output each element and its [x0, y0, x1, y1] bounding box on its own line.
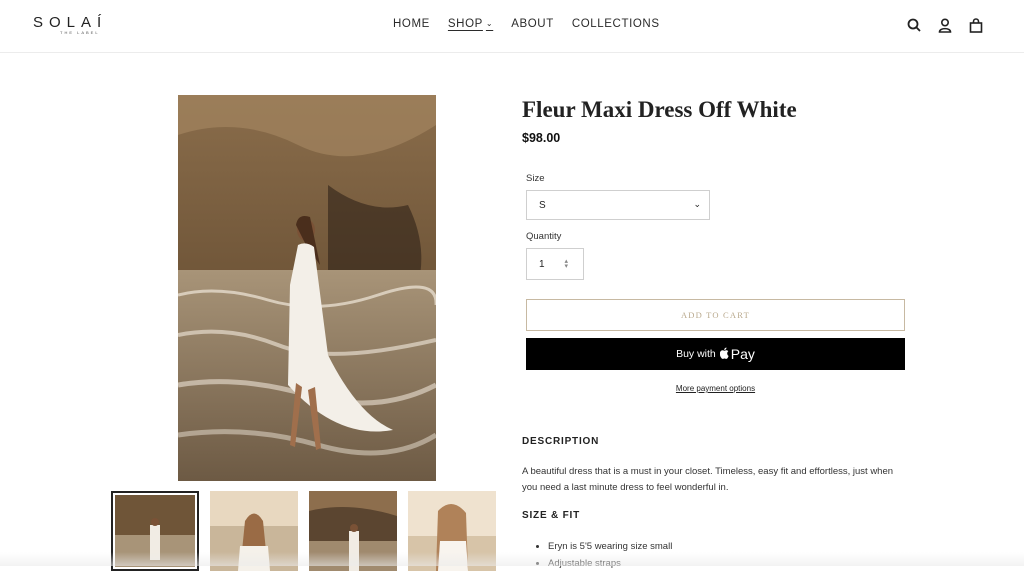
logo-text: SOLAÍ	[33, 14, 108, 31]
apple-pay-button[interactable]: Buy with Pay	[526, 338, 905, 370]
nav-collections[interactable]: COLLECTIONS	[572, 18, 660, 30]
apple-logo-icon	[719, 347, 730, 362]
thumbnail-1[interactable]	[111, 491, 199, 571]
list-item: Adjustable straps	[548, 555, 672, 572]
product-price: $98.00	[522, 131, 561, 145]
chevron-down-icon: ⌄	[693, 199, 701, 209]
logo[interactable]: SOLAÍ THE LABEL	[33, 14, 107, 35]
thumbnail-3[interactable]	[309, 491, 397, 571]
quantity-label: Quantity	[526, 231, 562, 242]
account-icon[interactable]	[937, 17, 953, 33]
add-to-cart-button[interactable]: ADD TO CART	[526, 299, 905, 331]
product-title: Fleur Maxi Dress Off White	[522, 97, 797, 122]
buy-with-text: Buy with	[676, 348, 716, 360]
chevron-down-icon: ⌄	[485, 19, 494, 28]
quantity-value: 1	[539, 259, 545, 270]
nav-home[interactable]: HOME	[393, 18, 430, 30]
nav-about[interactable]: ABOUT	[511, 18, 554, 30]
header-icons	[906, 17, 984, 33]
size-select[interactable]: S ⌄	[526, 190, 710, 220]
description-heading: DESCRIPTION	[522, 436, 600, 447]
size-select-value: S	[539, 200, 546, 211]
stepper-icon[interactable]: ▴ ▾	[564, 258, 568, 270]
main-nav: HOME SHOP ⌄ ABOUT COLLECTIONS	[393, 18, 678, 30]
size-label: Size	[526, 173, 545, 184]
size-fit-heading: SIZE & FIT	[522, 510, 580, 521]
search-icon[interactable]	[906, 17, 922, 33]
cart-icon[interactable]	[968, 17, 984, 33]
more-payment-options-link[interactable]: More payment options	[526, 384, 905, 393]
thumbnail-strip	[111, 491, 496, 571]
description-text: A beautiful dress that is a must in your…	[522, 466, 894, 493]
list-item: Eryn is 5'5 wearing size small	[548, 538, 672, 555]
product-info: Fleur Maxi Dress Off White $98.00 Size S…	[522, 96, 906, 569]
thumbnail-4[interactable]	[408, 491, 496, 571]
nav-shop[interactable]: SHOP ⌄	[448, 18, 493, 30]
nav-shop-label: SHOP	[447, 18, 483, 30]
quantity-input[interactable]: 1 ▴ ▾	[526, 248, 584, 280]
pay-text: Pay	[730, 346, 755, 362]
site-header: SOLAÍ THE LABEL HOME SHOP ⌄ ABOUT COLLECT…	[0, 0, 1024, 53]
size-fit-list: Eryn is 5'5 wearing size small Adjustabl…	[522, 538, 672, 572]
product-main-image[interactable]	[178, 95, 436, 481]
thumbnail-2[interactable]	[210, 491, 298, 571]
